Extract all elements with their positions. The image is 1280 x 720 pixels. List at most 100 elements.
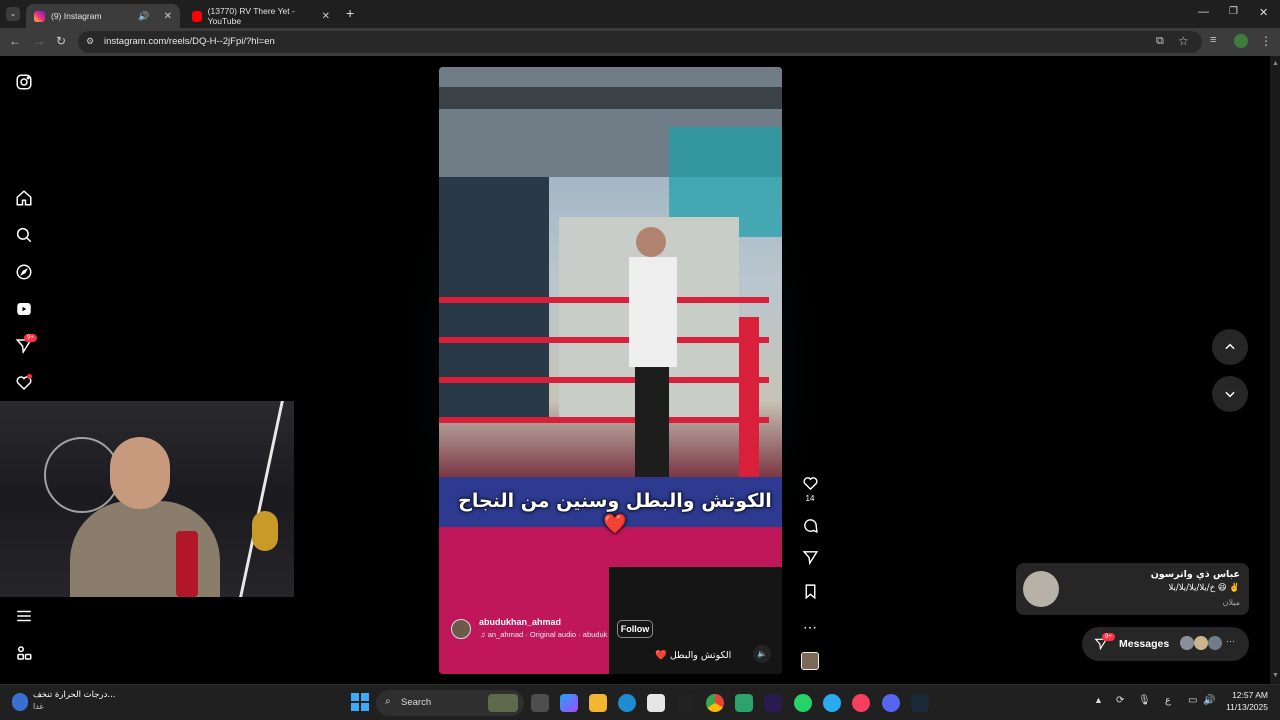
mute-toggle-icon[interactable]: 🔈 bbox=[753, 645, 771, 663]
sender-avatar bbox=[1023, 571, 1059, 607]
share-button[interactable] bbox=[800, 549, 820, 566]
close-window-button[interactable]: ✕ bbox=[1259, 6, 1268, 19]
site-info-icon[interactable]: ⚙ bbox=[86, 36, 94, 47]
minimize-button[interactable]: — bbox=[1198, 6, 1209, 18]
messages-badge: 9+ bbox=[1102, 633, 1115, 641]
tray-app-icon[interactable]: ⟳ bbox=[1116, 695, 1124, 706]
more-options-icon[interactable]: ⋯ bbox=[800, 619, 820, 636]
author-username[interactable]: abudukhan_ahmad bbox=[479, 617, 561, 627]
trophy bbox=[252, 511, 278, 551]
chat-avatar bbox=[1180, 636, 1194, 650]
edge-icon[interactable] bbox=[618, 694, 636, 712]
reel-video[interactable] bbox=[439, 67, 782, 674]
whatsapp-icon[interactable] bbox=[794, 694, 812, 712]
messages-button[interactable]: 9+ Messages ⋯ bbox=[1082, 627, 1249, 661]
app-green-icon[interactable] bbox=[735, 694, 753, 712]
author-avatar[interactable] bbox=[451, 619, 471, 639]
weather-sub: غدا bbox=[33, 702, 44, 711]
save-button[interactable] bbox=[800, 583, 820, 600]
steam-icon[interactable] bbox=[911, 694, 929, 712]
itunes-icon[interactable] bbox=[852, 694, 870, 712]
close-tab-icon[interactable]: ✕ bbox=[322, 11, 330, 22]
previous-reel-button[interactable] bbox=[1212, 329, 1248, 365]
comment-button[interactable] bbox=[800, 517, 820, 534]
weather-icon[interactable] bbox=[12, 693, 28, 711]
more-menu-icon[interactable] bbox=[14, 606, 34, 626]
install-app-icon[interactable]: ⧉ bbox=[1156, 35, 1164, 48]
alienware-icon[interactable] bbox=[677, 694, 695, 712]
page-scrollbar[interactable]: ▲ ▼ bbox=[1270, 56, 1280, 684]
webcam-overlay bbox=[0, 401, 294, 597]
notifications-heart-icon[interactable] bbox=[14, 373, 34, 393]
clock-date[interactable]: 11/13/2025 bbox=[1220, 702, 1268, 712]
like-count: 14 bbox=[805, 494, 815, 503]
tab-instagram[interactable]: (9) Instagram 🔊 ✕ bbox=[26, 4, 180, 28]
chevron-down-icon bbox=[1225, 391, 1235, 398]
search-icon[interactable] bbox=[14, 225, 34, 245]
maximize-button[interactable]: ❐ bbox=[1229, 6, 1238, 17]
reel-caption: الكوتش والبطل وسنين من النجاح ❤️ bbox=[458, 490, 772, 535]
discord-icon[interactable] bbox=[882, 694, 900, 712]
url-text: instagram.com/reels/DQ-H--2jFpi/?hl=en bbox=[104, 36, 275, 47]
profile-avatar[interactable] bbox=[1234, 34, 1248, 48]
home-icon[interactable] bbox=[14, 188, 34, 208]
microphone-icon[interactable]: 🎙 bbox=[1138, 695, 1151, 706]
bookmark-icon bbox=[805, 584, 815, 600]
bookmark-star-icon[interactable]: ☆ bbox=[1178, 34, 1189, 48]
close-tab-icon[interactable]: ✕ bbox=[164, 11, 172, 22]
telegram-icon[interactable] bbox=[823, 694, 841, 712]
browser-tab-bar: ⌄ (9) Instagram 🔊 ✕ (13770) RV There Yet… bbox=[0, 0, 1280, 28]
clock-time[interactable]: 12:57 AM bbox=[1220, 690, 1268, 700]
tray-overflow-icon[interactable]: ▲ bbox=[1094, 695, 1103, 705]
football-decor bbox=[44, 437, 120, 513]
menu-kebab-icon[interactable]: ⋮ bbox=[1260, 34, 1272, 48]
scroll-down-icon[interactable]: ▼ bbox=[1272, 672, 1279, 679]
next-reel-button[interactable] bbox=[1212, 376, 1248, 412]
store-icon[interactable] bbox=[647, 694, 665, 712]
address-bar[interactable]: ⚙ instagram.com/reels/DQ-H--2jFpi/?hl=en… bbox=[78, 31, 1202, 53]
speaker-icon[interactable]: 🔊 bbox=[138, 11, 149, 22]
microphone bbox=[176, 531, 198, 597]
heart-icon bbox=[802, 477, 818, 491]
reels-icon[interactable] bbox=[14, 299, 34, 319]
messages-icon[interactable]: 9+ bbox=[14, 334, 37, 356]
scroll-up-icon[interactable]: ▲ bbox=[1272, 60, 1279, 67]
search-icon: ⌕ bbox=[385, 696, 391, 707]
new-tab-button[interactable]: + bbox=[346, 5, 354, 21]
send-icon bbox=[802, 551, 818, 566]
youtube-favicon-icon bbox=[192, 10, 202, 22]
chevron-up-icon bbox=[1225, 343, 1235, 350]
reload-button[interactable]: ↻ bbox=[56, 34, 66, 48]
more-chats-icon: ⋯ bbox=[1226, 636, 1235, 646]
instagram-logo-icon[interactable] bbox=[14, 72, 34, 92]
person-head bbox=[110, 437, 170, 509]
task-view-icon[interactable] bbox=[531, 694, 549, 712]
follow-button[interactable]: Follow bbox=[617, 620, 653, 638]
language-indicator[interactable]: ع bbox=[1165, 695, 1171, 706]
weather-text[interactable]: درجات الحرارة تنخف... bbox=[33, 690, 116, 700]
volume-icon[interactable]: 🔊 bbox=[1203, 695, 1215, 706]
like-button[interactable]: 14 bbox=[800, 475, 820, 503]
message-notification[interactable]: عباس ذي واترسون خ/يلا/يلا/يلا/يلا 😆 ✌️ م… bbox=[1016, 563, 1249, 615]
notification-message: خ/يلا/يلا/يلا/يلا 😆 ✌️ bbox=[1168, 583, 1240, 593]
media-controls-icon[interactable]: ≡ bbox=[1210, 34, 1216, 46]
neon-light bbox=[239, 401, 284, 597]
windows-start-icon[interactable] bbox=[351, 693, 369, 711]
tab-list-button[interactable]: ⌄ bbox=[6, 7, 20, 21]
tab-youtube[interactable]: (13770) RV There Yet - YouTube ✕ bbox=[184, 4, 338, 28]
premiere-icon[interactable] bbox=[764, 694, 782, 712]
reel-scene bbox=[439, 67, 782, 674]
messages-badge: 9+ bbox=[24, 334, 37, 342]
network-icon[interactable]: ▭ bbox=[1188, 695, 1197, 706]
also-from-meta-icon[interactable] bbox=[14, 643, 34, 663]
tab-title: (9) Instagram bbox=[51, 11, 102, 21]
audio-row[interactable]: ♫ an_ahmad · Original audio · abuduk bbox=[480, 630, 607, 639]
copilot-icon[interactable] bbox=[560, 694, 578, 712]
audio-thumbnail[interactable] bbox=[801, 652, 819, 670]
chrome-icon[interactable] bbox=[706, 694, 724, 712]
file-explorer-icon[interactable] bbox=[589, 694, 607, 712]
explore-icon[interactable] bbox=[14, 262, 34, 282]
taskbar-search[interactable]: ⌕ Search bbox=[376, 690, 524, 716]
forward-button[interactable]: → bbox=[33, 34, 45, 48]
back-button[interactable]: ← bbox=[9, 34, 21, 48]
